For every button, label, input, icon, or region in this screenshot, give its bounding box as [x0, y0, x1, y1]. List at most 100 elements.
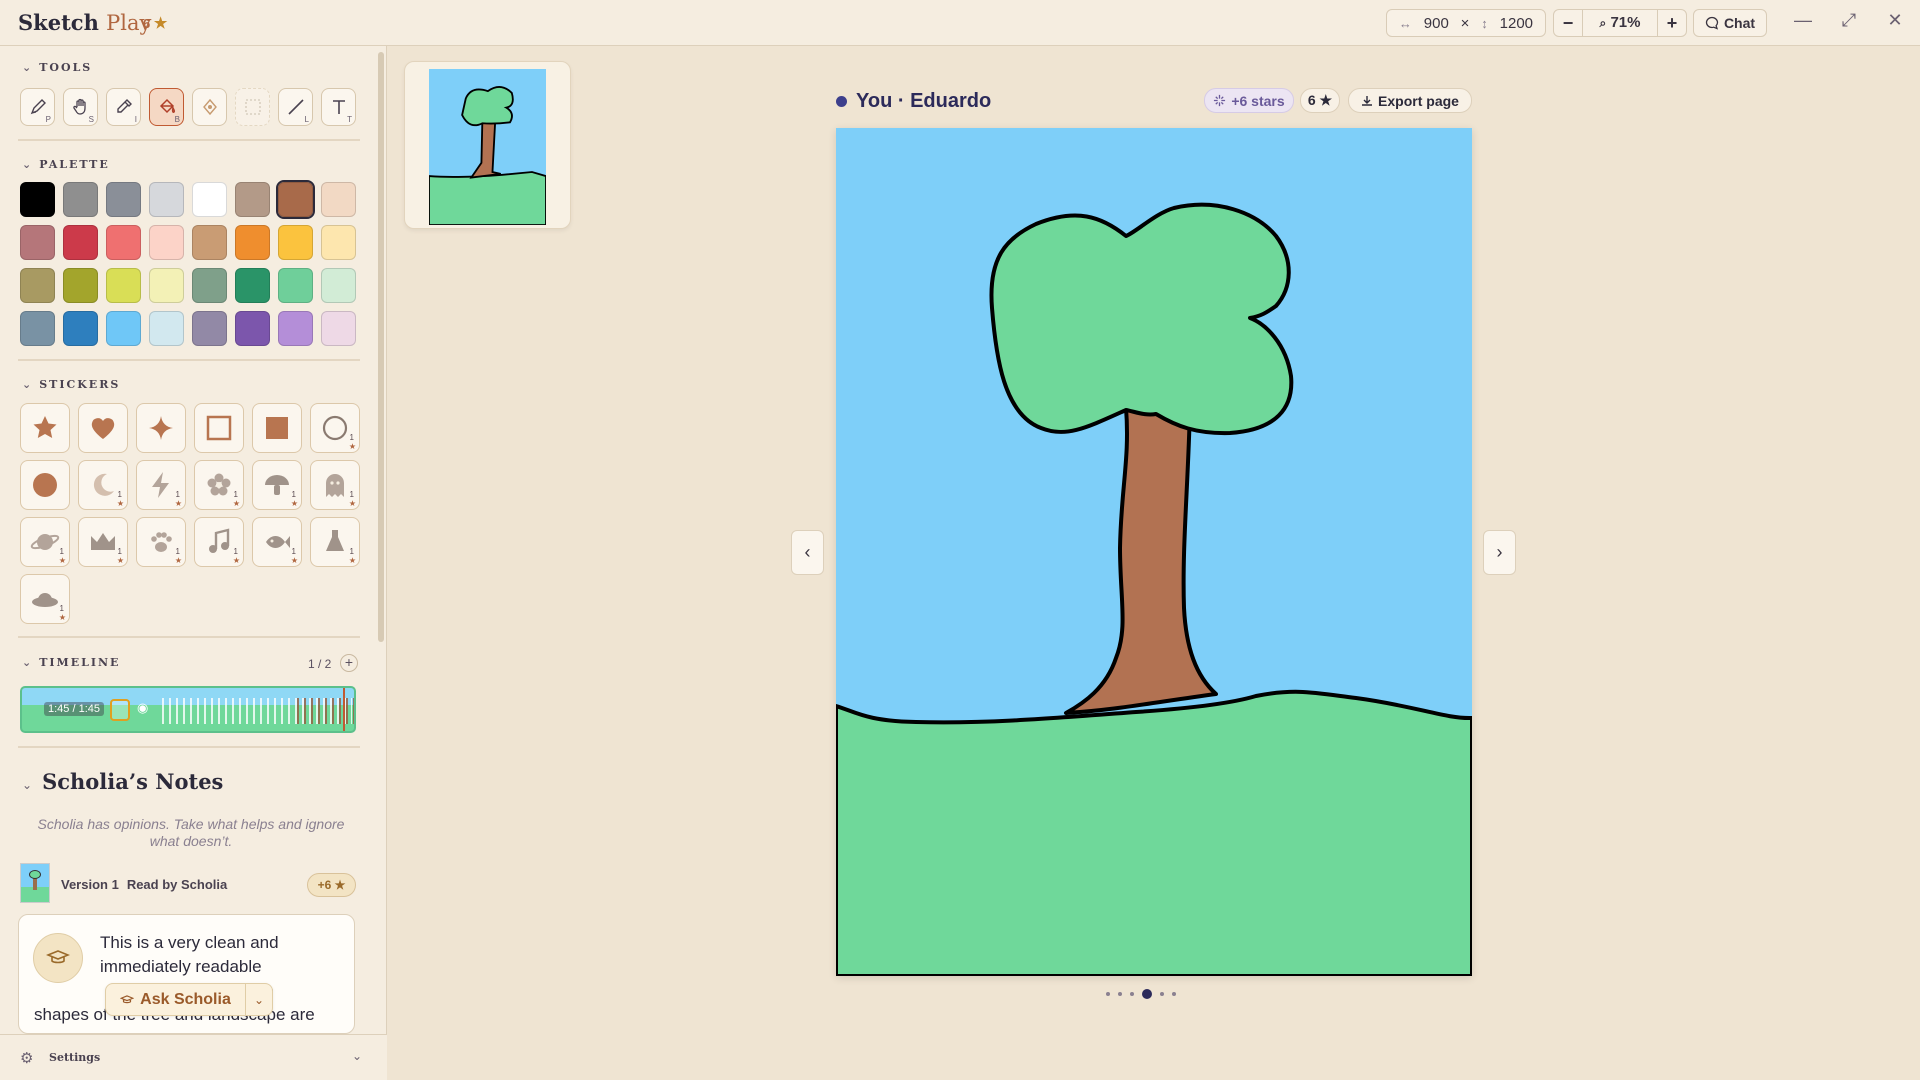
- timeline-section-header[interactable]: ⌄ TIMELINE: [22, 656, 120, 669]
- minimize-button[interactable]: —: [1790, 10, 1816, 31]
- color-swatch[interactable]: [20, 268, 55, 303]
- color-swatch[interactable]: [63, 182, 98, 217]
- tools-section-header[interactable]: ⌄ TOOLS: [22, 61, 92, 74]
- color-swatch[interactable]: [235, 268, 270, 303]
- eye-icon[interactable]: ◉: [137, 700, 148, 716]
- next-page-button[interactable]: ›: [1483, 530, 1516, 575]
- close-button[interactable]: ✕: [1882, 10, 1908, 31]
- page-dot[interactable]: [1172, 992, 1176, 996]
- version-label: Version 1 Read by Scholia: [61, 877, 227, 892]
- sticker-star[interactable]: [20, 403, 70, 453]
- page-dot[interactable]: [1160, 992, 1164, 996]
- notes-title[interactable]: ⌄ Scholia’s Notes: [22, 769, 223, 794]
- color-swatch[interactable]: [321, 225, 356, 260]
- color-swatch[interactable]: [192, 311, 227, 346]
- sticker-potion[interactable]: 1 ★: [310, 517, 360, 567]
- canvas-height[interactable]: 1200: [1500, 15, 1533, 32]
- color-swatch[interactable]: [106, 225, 141, 260]
- prev-page-button[interactable]: ‹: [791, 530, 824, 575]
- page-thumbnail[interactable]: [404, 61, 571, 229]
- color-swatch[interactable]: [63, 225, 98, 260]
- tool-eraser[interactable]: [192, 88, 227, 126]
- color-swatch[interactable]: [192, 268, 227, 303]
- sticker-star-icon: ★: [290, 556, 298, 565]
- zoom-in-button[interactable]: +: [1658, 13, 1686, 34]
- ask-scholia-button[interactable]: Ask Scholia ⌄: [105, 983, 273, 1016]
- tool-paint-bucket[interactable]: B: [149, 88, 184, 126]
- color-swatch[interactable]: [276, 180, 315, 219]
- drawing-canvas[interactable]: [836, 128, 1472, 976]
- page-dot[interactable]: [1130, 992, 1134, 996]
- color-swatch[interactable]: [106, 182, 141, 217]
- sticker-paw[interactable]: 1 ★: [136, 517, 186, 567]
- color-swatch[interactable]: [106, 268, 141, 303]
- tool-line[interactable]: L: [278, 88, 313, 126]
- sticker-square-outline[interactable]: [194, 403, 244, 453]
- color-swatch[interactable]: [235, 182, 270, 217]
- color-swatch[interactable]: [235, 225, 270, 260]
- sticker-lightning[interactable]: 1 ★: [136, 460, 186, 510]
- version-thumbnail[interactable]: [20, 863, 50, 903]
- page-dot[interactable]: [1142, 989, 1152, 999]
- sticker-flower[interactable]: 1 ★: [194, 460, 244, 510]
- tool-pencil[interactable]: P: [20, 88, 55, 126]
- tool-text[interactable]: T: [321, 88, 356, 126]
- tool-hand[interactable]: S: [63, 88, 98, 126]
- color-swatch[interactable]: [149, 311, 184, 346]
- sticker-fish[interactable]: 1 ★: [252, 517, 302, 567]
- zoom-level[interactable]: ⌕ 71%: [1582, 10, 1658, 36]
- sticker-ghost[interactable]: 1 ★: [310, 460, 360, 510]
- color-swatch[interactable]: [20, 311, 55, 346]
- color-swatch[interactable]: [278, 225, 313, 260]
- page-dot[interactable]: [1106, 992, 1110, 996]
- sticker-circle-outline[interactable]: 1 ★: [310, 403, 360, 453]
- tool-selection[interactable]: [235, 88, 270, 126]
- canvas-size-control[interactable]: ↔ 900 × ↕ 1200: [1386, 9, 1546, 37]
- page-dot[interactable]: [1118, 992, 1122, 996]
- color-swatch[interactable]: [149, 225, 184, 260]
- canvas-width[interactable]: 900: [1424, 15, 1449, 32]
- color-swatch[interactable]: [321, 182, 356, 217]
- app-title: Sketch Play: [18, 10, 151, 35]
- timeline-frame-marker[interactable]: [110, 699, 130, 721]
- color-swatch[interactable]: [321, 268, 356, 303]
- sticker-ufo[interactable]: 1 ★: [20, 574, 70, 624]
- chat-button[interactable]: Chat: [1693, 9, 1767, 37]
- color-swatch[interactable]: [149, 268, 184, 303]
- color-swatch[interactable]: [321, 311, 356, 346]
- color-swatch[interactable]: [106, 311, 141, 346]
- tool-eyedropper[interactable]: I: [106, 88, 141, 126]
- chevron-down-icon[interactable]: ⌄: [246, 993, 272, 1007]
- stickers-section-header[interactable]: ⌄ STICKERS: [22, 378, 120, 391]
- color-swatch[interactable]: [149, 182, 184, 217]
- color-swatch[interactable]: [192, 225, 227, 260]
- sticker-moon[interactable]: 1 ★: [78, 460, 128, 510]
- timeline-strip[interactable]: 1:45 / 1:45 ◉: [20, 686, 356, 733]
- color-swatch[interactable]: [278, 268, 313, 303]
- sticker-circle-filled[interactable]: [20, 460, 70, 510]
- timeline-playhead[interactable]: [343, 688, 345, 731]
- settings-bar[interactable]: ⚙ Settings ⌄: [0, 1034, 387, 1080]
- color-swatch[interactable]: [20, 225, 55, 260]
- zoom-out-button[interactable]: −: [1554, 13, 1582, 34]
- color-swatch[interactable]: [235, 311, 270, 346]
- color-swatch[interactable]: [63, 268, 98, 303]
- sticker-sparkle[interactable]: [136, 403, 186, 453]
- sticker-planet[interactable]: 1 ★: [20, 517, 70, 567]
- maximize-button[interactable]: ⤢: [1836, 10, 1862, 31]
- export-page-button[interactable]: Export page: [1348, 88, 1472, 113]
- color-swatch[interactable]: [192, 182, 227, 217]
- color-swatch[interactable]: [20, 182, 55, 217]
- color-swatch[interactable]: [278, 311, 313, 346]
- sticker-square-filled[interactable]: [252, 403, 302, 453]
- sticker-mushroom[interactable]: 1 ★: [252, 460, 302, 510]
- color-swatch[interactable]: [63, 311, 98, 346]
- palette-section-header[interactable]: ⌄ PALETTE: [22, 158, 110, 171]
- sticker-crown[interactable]: 1 ★: [78, 517, 128, 567]
- ask-scholia-main[interactable]: Ask Scholia: [106, 984, 246, 1015]
- sidebar-scrollbar[interactable]: [378, 52, 384, 642]
- sticker-music-note[interactable]: 1 ★: [194, 517, 244, 567]
- paint-bucket-icon: [159, 98, 175, 114]
- sticker-heart[interactable]: [78, 403, 128, 453]
- add-frame-button[interactable]: +: [340, 654, 358, 672]
